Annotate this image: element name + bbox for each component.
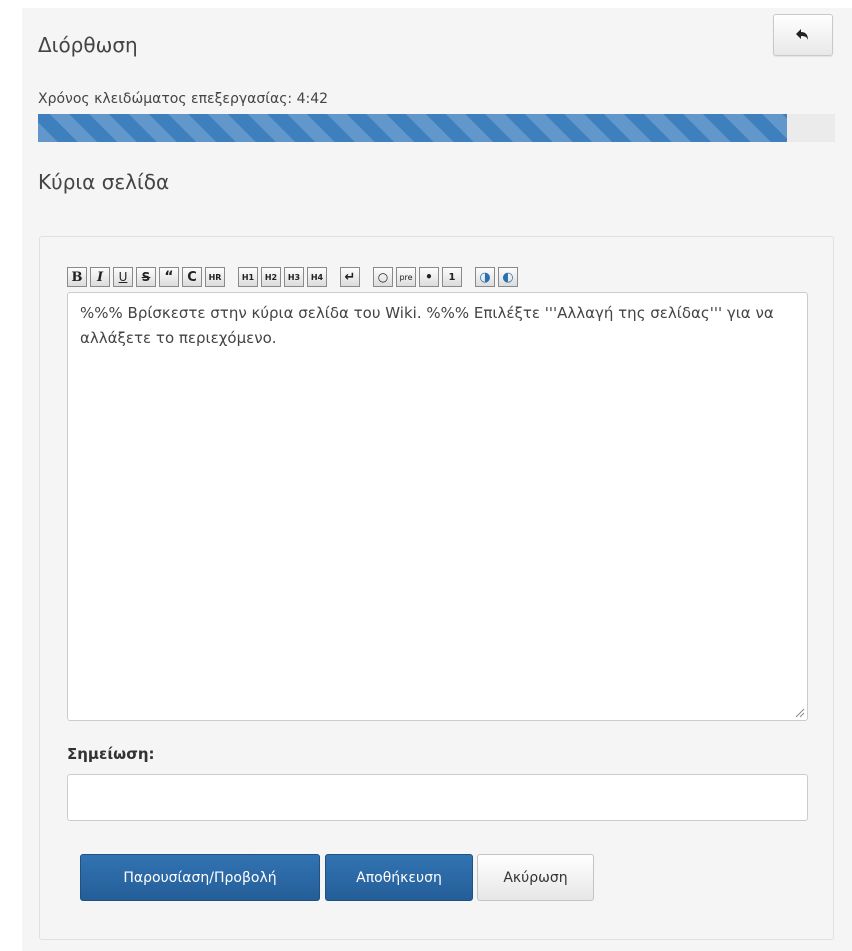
horizontal-rule-icon: HR: [208, 272, 222, 282]
note-label: Σημείωση:: [67, 745, 155, 763]
code-icon: C: [187, 269, 197, 285]
horizontal-rule-button[interactable]: HR: [205, 267, 225, 287]
page-title: Διόρθωση: [38, 33, 138, 57]
underline-icon: U: [118, 270, 128, 284]
external-link-button[interactable]: ◐: [498, 267, 518, 287]
internal-link-button[interactable]: ◑: [475, 267, 495, 287]
undo-arrow-icon: [796, 29, 808, 40]
heading4-button[interactable]: H4: [307, 267, 327, 287]
strikethrough-button[interactable]: S: [136, 267, 156, 287]
italic-button[interactable]: I: [90, 267, 110, 287]
save-button[interactable]: Αποθήκευση: [325, 854, 473, 901]
bold-button[interactable]: B: [67, 267, 87, 287]
heading4-icon: H4: [310, 272, 324, 282]
external-link-icon: ◐: [502, 269, 514, 285]
lock-timer-label: Χρόνος κλειδώματος επεξεργασίας: 4:42: [38, 91, 329, 107]
strikethrough-icon: S: [141, 270, 151, 284]
numbered-list-icon: 1: [448, 271, 456, 283]
comment-icon: ○: [377, 270, 389, 284]
comment-button[interactable]: ○: [373, 267, 393, 287]
line-break-button[interactable]: ↵: [340, 267, 360, 287]
preview-button[interactable]: Παρουσίαση/Προβολή: [80, 854, 320, 901]
preformatted-button[interactable]: pre: [396, 267, 416, 287]
wiki-content-editor[interactable]: %%% Βρίσκεστε στην κύρια σελίδα του Wiki…: [67, 292, 808, 721]
heading2-button[interactable]: H2: [261, 267, 281, 287]
preview-label: Παρουσίαση/Προβολή: [123, 869, 277, 886]
resize-grip-icon[interactable]: [795, 708, 805, 718]
heading2-icon: H2: [264, 272, 278, 282]
heading3-icon: H3: [287, 272, 301, 282]
note-input[interactable]: [67, 774, 808, 821]
quote-button[interactable]: “: [159, 267, 179, 287]
bullet-list-button[interactable]: •: [419, 267, 439, 287]
editor-text: %%% Βρίσκεστε στην κύρια σελίδα του Wiki…: [80, 304, 774, 347]
section-title: Κύρια σελίδα: [38, 170, 170, 194]
lock-progress-fill: [38, 114, 788, 142]
cancel-label: Ακύρωση: [503, 869, 568, 886]
quote-icon: “: [164, 269, 174, 285]
save-label: Αποθήκευση: [356, 869, 442, 886]
cancel-button[interactable]: Ακύρωση: [477, 854, 594, 901]
editor-toolbar: B I U S “ C HR H1 H2 H3 H4 ↵ ○ pre • 1 ◑…: [67, 265, 521, 289]
bold-icon: B: [71, 269, 83, 285]
lock-progress-bar: [38, 114, 835, 142]
line-break-icon: ↵: [344, 269, 356, 285]
heading1-button[interactable]: H1: [238, 267, 258, 287]
heading1-icon: H1: [241, 272, 255, 282]
underline-button[interactable]: U: [113, 267, 133, 287]
back-button[interactable]: [773, 14, 833, 56]
bullet-list-icon: •: [425, 270, 433, 284]
code-button[interactable]: C: [182, 267, 202, 287]
heading3-button[interactable]: H3: [284, 267, 304, 287]
numbered-list-button[interactable]: 1: [442, 267, 462, 287]
internal-link-icon: ◑: [479, 269, 491, 285]
italic-icon: I: [96, 269, 104, 285]
preformatted-icon: pre: [399, 272, 413, 282]
